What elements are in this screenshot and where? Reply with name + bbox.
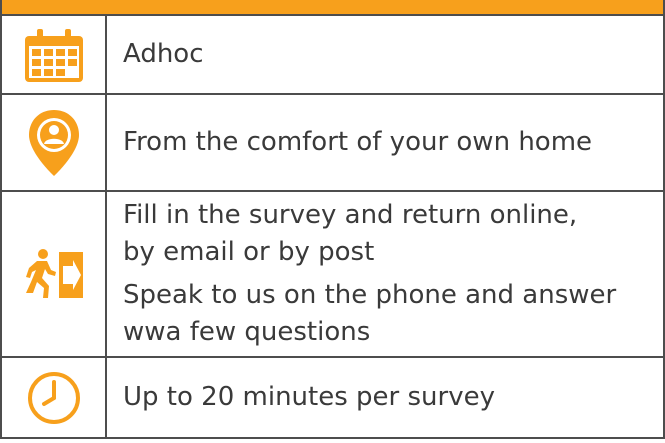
table-row: Fill in the survey and return online, by… bbox=[0, 190, 665, 358]
row-text: Up to 20 minutes per survey bbox=[123, 382, 495, 412]
survey-info-card: Adhoc From the comfort of your own home bbox=[0, 0, 665, 443]
table-row: Up to 20 minutes per survey bbox=[0, 356, 665, 439]
row-text-line: Speak to us on the phone and answer bbox=[123, 280, 617, 310]
row-text: Adhoc bbox=[123, 39, 204, 69]
clock-icon bbox=[2, 370, 105, 426]
info-table: Adhoc From the comfort of your own home bbox=[0, 14, 665, 439]
header-bar bbox=[0, 0, 665, 14]
row-text-line: Fill in the survey and return online, bbox=[123, 200, 578, 230]
row-text-line: by email or by post bbox=[123, 237, 375, 267]
text-cell: Adhoc bbox=[105, 14, 665, 95]
text-cell: Up to 20 minutes per survey bbox=[105, 356, 665, 439]
icon-cell bbox=[0, 14, 107, 95]
icon-cell bbox=[0, 356, 107, 439]
icon-cell bbox=[0, 190, 107, 358]
row-text-line: wwa few questions bbox=[123, 317, 371, 347]
text-cell: From the comfort of your own home bbox=[105, 93, 665, 192]
table-row: From the comfort of your own home bbox=[0, 93, 665, 192]
row-text-paragraph: Speak to us on the phone and answer wwa … bbox=[123, 277, 663, 351]
location-person-icon bbox=[2, 108, 105, 178]
table-row: Adhoc bbox=[0, 14, 665, 95]
exit-running-person-icon bbox=[2, 246, 105, 302]
icon-cell bbox=[0, 93, 107, 192]
text-cell: Fill in the survey and return online, by… bbox=[105, 190, 665, 358]
row-text: From the comfort of your own home bbox=[123, 127, 593, 157]
calendar-icon bbox=[2, 26, 105, 84]
row-text-paragraph: Fill in the survey and return online, by… bbox=[123, 197, 663, 271]
